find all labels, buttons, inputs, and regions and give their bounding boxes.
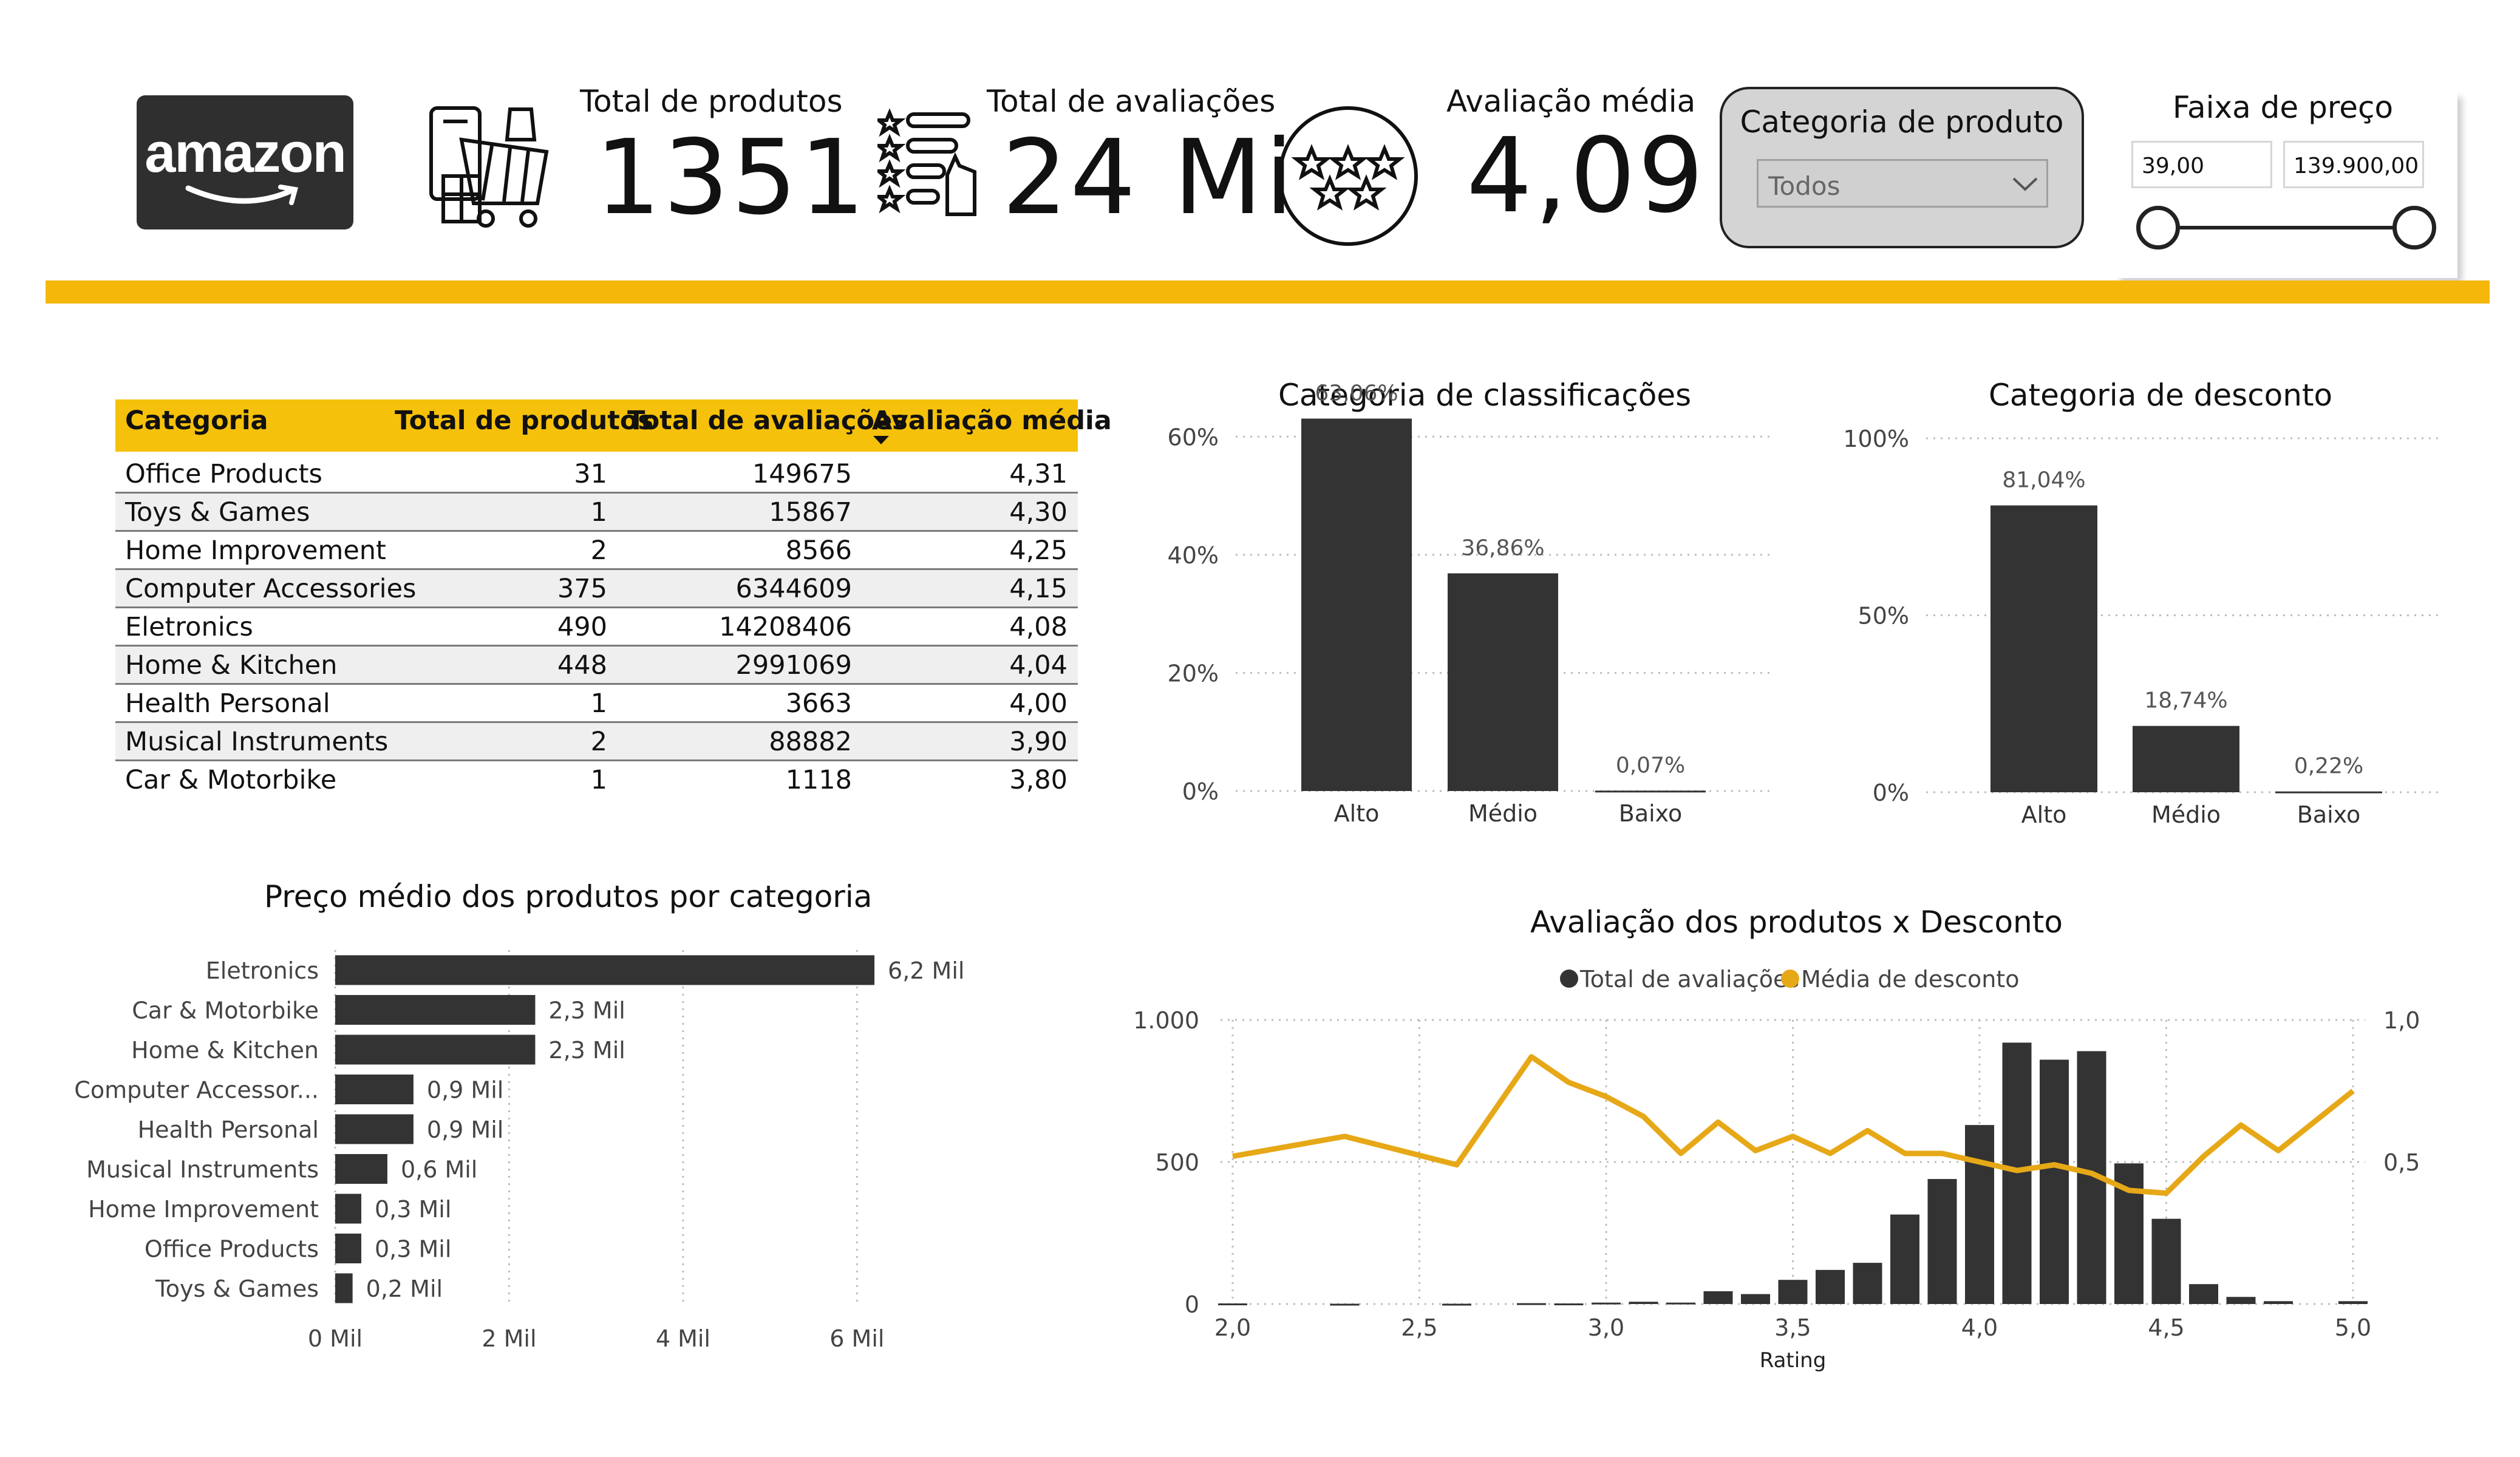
x-tick-label: 4,0 [1961,1314,1998,1341]
data-label: 36,86% [1461,535,1544,560]
bar [1517,1303,1546,1305]
bar [2189,1284,2218,1304]
bar [335,1154,387,1184]
bar [1629,1302,1658,1304]
x-tick-label: 2,0 [1214,1314,1251,1341]
data-label: 0,6 Mil [401,1156,477,1183]
bar [335,1194,361,1224]
y-tick-label: Health Personal [138,1116,319,1143]
data-label: 63,06% [1315,381,1398,406]
discount-line [1232,1054,2355,1196]
bar [2275,791,2382,793]
y-tick-label: Home & Kitchen [131,1037,319,1064]
y-tick-label: Musical Instruments [86,1156,319,1183]
legend-marker [1781,970,1799,988]
y-tick-label: 0% [1182,778,1219,805]
data-label: 0,9 Mil [427,1116,503,1143]
bar [1330,1303,1360,1306]
data-label: 0,07% [1616,753,1685,778]
y-tick-label: Toys & Games [155,1275,319,1302]
y-left-tick-label: 1.000 [1133,1007,1199,1034]
x-tick-label: Alto [2021,801,2067,828]
y-tick-label: 0% [1873,779,1909,806]
bar [335,1234,361,1263]
bar [335,995,536,1025]
bar [1990,505,2097,792]
y-tick-label: Office Products [145,1236,319,1263]
y-tick-label: Eletronics [206,957,319,984]
bar [1448,573,1558,791]
data-label: 6,2 Mil [888,957,964,984]
y-tick-label: Car & Motorbike [132,997,319,1024]
bar [1816,1269,1845,1304]
bar [2226,1297,2256,1304]
bar [1595,790,1706,793]
bar [335,1114,414,1144]
x-tick-label: 2,5 [1401,1314,1437,1341]
data-label: 0,2 Mil [366,1275,443,1302]
bar [335,1034,536,1065]
x-tick-label: Alto [1334,800,1380,827]
bar [1927,1179,1957,1304]
bar [1218,1303,1247,1306]
x-tick-label: 6 Mil [829,1325,884,1352]
data-label: 0,3 Mil [375,1196,451,1223]
bar [1965,1125,1994,1304]
bar [2151,1218,2181,1304]
bar [2338,1301,2368,1304]
bar [335,1273,353,1303]
bar [1890,1214,1919,1304]
legend-marker [1560,970,1578,988]
x-tick-label: Médio [2151,801,2221,828]
y-tick-label: 20% [1168,660,1219,687]
y-right-tick-label: 1,0 [2383,1007,2420,1034]
x-tick-label: 5,0 [2335,1314,2371,1341]
x-tick-label: Baixo [1619,800,1682,827]
y-left-tick-label: 0 [1185,1291,1199,1318]
x-tick-label: Médio [1468,800,1538,827]
bar [1853,1263,1882,1304]
x-tick-label: 4,5 [2148,1314,2184,1341]
y-tick-label: 50% [1858,603,1909,630]
bar [1778,1280,1808,1304]
y-left-tick-label: 500 [1155,1149,1199,1176]
bar [1301,418,1412,791]
x-tick-label: 0 Mil [308,1325,363,1352]
legend-label: Média de desconto [1801,966,2019,993]
charts-layer: 0% 20% 40% 60% 63,06% Alto 36,86% Médio 0,07% Bai… [74,381,2441,1373]
x-tick-label: 2 Mil [482,1325,536,1352]
data-label: 0,22% [2294,754,2363,779]
bar [1442,1303,1471,1306]
x-tick-label: 3,0 [1588,1314,1624,1341]
data-label: 18,74% [2144,688,2227,713]
bar [2002,1042,2032,1304]
y-tick-label: Home Improvement [88,1196,319,1223]
y-tick-label: 40% [1168,542,1219,569]
data-label: 2,3 Mil [548,1037,625,1064]
bar [1666,1302,1695,1305]
x-axis-label: Rating [1760,1348,1827,1373]
y-tick-label: Computer Accessor... [74,1077,319,1104]
y-tick-label: 100% [1843,426,1909,452]
bar [1703,1291,1733,1304]
x-tick-label: 3,5 [1774,1314,1811,1341]
bar [1554,1303,1584,1306]
y-right-tick-label: 0,5 [2383,1149,2420,1176]
x-tick-label: Baixo [2297,801,2360,828]
legend-label: Total de avaliações [1579,966,1799,993]
bar [2040,1059,2069,1304]
bar [2264,1301,2293,1304]
bar [335,1075,414,1104]
bar [2133,725,2239,792]
data-label: 0,3 Mil [375,1236,451,1263]
bar [1741,1294,1770,1304]
x-tick-label: 4 Mil [656,1325,710,1352]
y-tick-label: 60% [1168,424,1219,450]
bar [1592,1302,1621,1305]
data-label: 2,3 Mil [548,997,625,1024]
bar [335,955,875,985]
data-label: 81,04% [2002,468,2085,493]
data-label: 0,9 Mil [427,1077,503,1104]
